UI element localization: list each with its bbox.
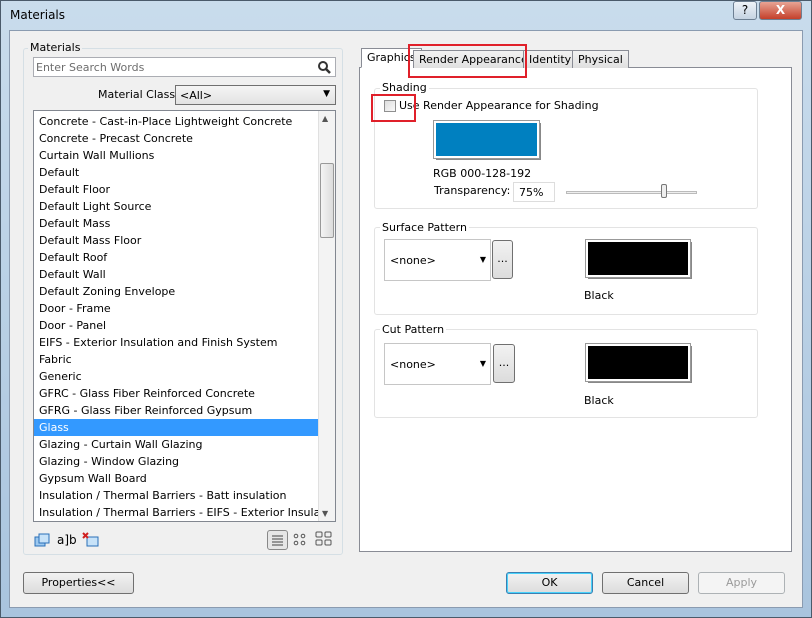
list-item[interactable]: GFRC - Glass Fiber Reinforced Concrete — [34, 385, 319, 402]
list-view-icon — [272, 535, 283, 546]
chevron-down-icon: ▼ — [479, 255, 486, 264]
list-item[interactable]: Insulation / Thermal Barriers - EIFS - E… — [34, 504, 335, 521]
transparency-input[interactable]: 75% — [513, 182, 555, 202]
ok-button[interactable]: OK — [506, 572, 593, 594]
list-item[interactable]: Generic — [34, 368, 319, 385]
material-class-select[interactable]: <All> ▼ — [175, 85, 336, 105]
list-item[interactable]: Door - Frame — [34, 300, 319, 317]
list-item[interactable]: Insulation / Thermal Barriers - Batt ins… — [34, 487, 319, 504]
scroll-up-icon[interactable]: ▲ — [322, 114, 328, 123]
shading-rgb-text: RGB 000-128-192 — [433, 167, 532, 180]
shading-color-swatch[interactable] — [433, 120, 540, 159]
list-item[interactable]: Door - Panel — [34, 317, 319, 334]
list-item[interactable]: Concrete - Precast Concrete — [34, 130, 319, 147]
transparency-slider[interactable] — [566, 191, 697, 194]
search-placeholder: Enter Search Words — [36, 61, 145, 74]
close-button[interactable]: X — [759, 1, 802, 20]
cut-pattern-value: <none> — [390, 358, 436, 371]
list-item[interactable]: Fabric — [34, 351, 319, 368]
cancel-button[interactable]: Cancel — [602, 572, 689, 594]
scroll-down-icon[interactable]: ▼ — [322, 509, 328, 518]
list-item[interactable]: Curtain Wall Mullions — [34, 147, 319, 164]
list-scrollbar[interactable]: ▲ ▼ — [318, 111, 335, 521]
scroll-thumb[interactable] — [320, 163, 334, 238]
surface-pattern-value: <none> — [390, 254, 436, 267]
chevron-down-icon: ▼ — [323, 89, 330, 99]
help-button[interactable]: ? — [733, 1, 757, 20]
apply-button[interactable]: Apply — [698, 572, 785, 594]
material-class-value: <All> — [180, 89, 213, 102]
delete-material-icon[interactable] — [82, 532, 99, 547]
small-icons-view-icon[interactable] — [293, 533, 307, 547]
tab-identity[interactable]: Identity — [523, 50, 578, 68]
surface-pattern-more-button[interactable]: ... — [492, 240, 513, 279]
list-item[interactable]: Default Zoning Envelope — [34, 283, 319, 300]
list-item[interactable]: GFRG - Glass Fiber Reinforced Gypsum — [34, 402, 319, 419]
material-class-label: Material Class: — [98, 88, 179, 101]
surface-pattern-select[interactable]: <none> ▼ — [384, 239, 491, 281]
list-item[interactable]: Default Mass — [34, 215, 319, 232]
list-item[interactable]: Glass — [34, 419, 319, 436]
rename-material-icon[interactable]: a]b — [57, 533, 77, 547]
search-icon[interactable] — [318, 61, 331, 74]
transparency-label: Transparency: — [434, 184, 511, 197]
chevron-down-icon: ▼ — [479, 359, 486, 368]
materials-list[interactable]: Concrete - Cast-in-Place Lightweight Con… — [33, 110, 336, 522]
shading-label: Shading — [380, 81, 429, 94]
list-item[interactable]: Default Floor — [34, 181, 319, 198]
cut-color-swatch[interactable] — [585, 343, 691, 382]
cut-pattern-more-button[interactable]: ... — [493, 344, 515, 383]
window-title: Materials — [10, 8, 66, 22]
use-render-appearance-label: Use Render Appearance for Shading — [399, 99, 599, 112]
materials-group-label: Materials — [28, 41, 83, 54]
list-item[interactable]: Concrete - Cast-in-Place Lightweight Con… — [34, 113, 319, 130]
list-view-button[interactable] — [267, 530, 288, 550]
search-input[interactable]: Enter Search Words — [33, 57, 336, 77]
list-item[interactable]: Gypsum Wall Board — [34, 470, 319, 487]
list-item[interactable]: Default Light Source — [34, 198, 319, 215]
list-item[interactable]: Default Mass Floor — [34, 232, 319, 249]
large-icons-view-icon[interactable] — [315, 531, 332, 547]
list-item[interactable]: Default — [34, 164, 319, 181]
list-item[interactable]: Default Wall — [34, 266, 319, 283]
list-item[interactable]: Default Roof — [34, 249, 319, 266]
surface-color-name: Black — [584, 289, 614, 302]
tab-physical[interactable]: Physical — [572, 50, 629, 68]
highlight-render-appearance-tab — [408, 44, 527, 78]
highlight-checkbox — [371, 94, 416, 122]
surface-color-swatch[interactable] — [585, 239, 691, 278]
cut-pattern-select[interactable]: <none> ▼ — [384, 343, 491, 385]
properties-button[interactable]: Properties<< — [23, 572, 134, 594]
list-item[interactable]: EIFS - Exterior Insulation and Finish Sy… — [34, 334, 319, 351]
list-item[interactable]: Glazing - Curtain Wall Glazing — [34, 436, 319, 453]
duplicate-material-icon[interactable] — [34, 533, 50, 547]
list-item[interactable]: Glazing - Window Glazing — [34, 453, 319, 470]
surface-pattern-label: Surface Pattern — [380, 221, 469, 234]
cut-color-name: Black — [584, 394, 614, 407]
cut-pattern-label: Cut Pattern — [380, 323, 447, 336]
transparency-slider-thumb[interactable] — [661, 184, 668, 198]
